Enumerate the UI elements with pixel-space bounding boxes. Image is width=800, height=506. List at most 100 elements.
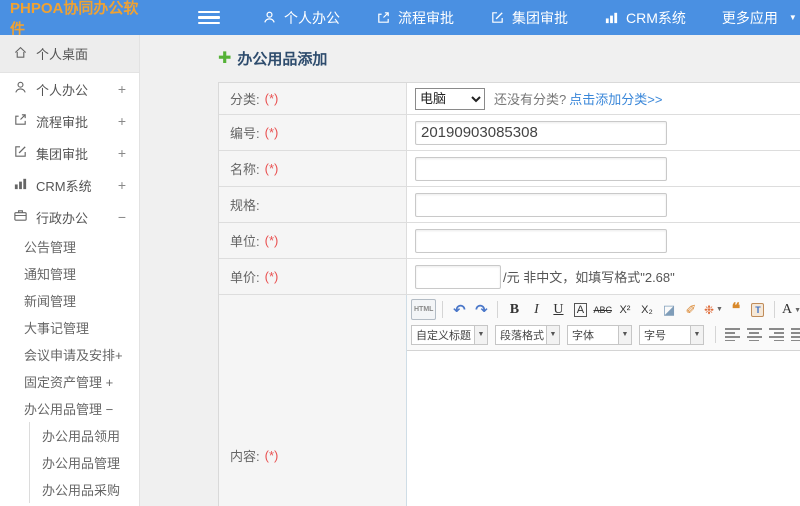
required-mark: (*) (264, 125, 279, 140)
collapse-minus-icon[interactable]: − (118, 209, 126, 225)
add-category-link[interactable]: 点击添加分类>> (569, 89, 662, 108)
redo-icon[interactable]: ↷ (471, 299, 491, 320)
paste-glyph: T (751, 302, 765, 317)
supplies-submenu: 办公用品领用 办公用品管理 办公用品采购 (29, 422, 139, 503)
auto-typeset-icon[interactable]: ❉ ▼ (703, 299, 724, 320)
home-icon (13, 45, 36, 63)
align-right-button[interactable] (766, 324, 786, 345)
sidebar-item-supplies-claim[interactable]: 办公用品领用 (30, 422, 139, 449)
expand-plus-icon[interactable]: + (118, 177, 126, 193)
page-title-text: 办公用品添加 (237, 51, 328, 68)
app-logo: PHPOA协同办公软件 (10, 0, 139, 38)
sidebar-item-news-mgmt[interactable]: 新闻管理 (0, 287, 139, 314)
paragraph-format-dropdown[interactable]: 段落格式 ▼ (495, 324, 560, 345)
topnav-process-approval[interactable]: 流程审批 (376, 8, 454, 28)
sub-item-label: 办公用品管理 (42, 456, 121, 471)
font-family-dropdown[interactable]: 字体 ▼ (567, 324, 632, 345)
expand-plus-icon[interactable]: + (118, 113, 126, 129)
custom-title-dropdown[interactable]: 自定义标题 ▼ (411, 324, 488, 345)
sidebar-item-desktop[interactable]: 个人桌面 (0, 35, 139, 73)
topnav-personal-office[interactable]: 个人办公 (262, 8, 340, 28)
strikethrough-button[interactable]: ABC (592, 299, 613, 320)
align-left-icon (724, 328, 740, 341)
sidebar-item-personal-office[interactable]: 个人办公 + (0, 73, 139, 105)
sub-item-label: 办公用品领用 (42, 429, 121, 444)
sidebar-item-group-approval[interactable]: 集团审批 + (0, 137, 139, 169)
eraser-icon[interactable]: ◪ (659, 299, 679, 320)
undo-icon[interactable]: ↶ (449, 299, 469, 320)
spec-input[interactable] (415, 192, 667, 217)
sidebar-item-supplies-mgmt[interactable]: 办公用品管理 − (0, 395, 139, 422)
price-format-hint: /元 非中文，如填写格式"2.68" (503, 270, 675, 285)
sidebar-item-label: CRM系统 (36, 178, 92, 194)
dropdown-label: 字体 (572, 329, 594, 342)
topnav-label: 流程审批 (398, 9, 454, 26)
label-text: 编号: (230, 126, 260, 141)
align-center-button[interactable] (744, 324, 764, 345)
price-value-cell: /元 非中文，如填写格式"2.68" (407, 259, 800, 294)
topnav-group-approval[interactable]: 集团审批 (490, 8, 568, 28)
editor-toolbar: HTML ↶ ↷ B I U A ABC X² X₂ ◪ ✐ ❉ ▼ ❝ T A… (407, 295, 800, 351)
magic-glyph: ❉ (703, 302, 715, 317)
sidebar-item-admin-office[interactable]: 行政办公 − (0, 201, 139, 233)
format-brush-icon[interactable]: ✐ (681, 299, 701, 320)
align-left-button[interactable] (722, 324, 742, 345)
subscript-button[interactable]: X₂ (637, 299, 657, 320)
font-size-dropdown[interactable]: 字号 ▼ (639, 324, 704, 345)
hamburger-menu-icon[interactable] (198, 10, 220, 25)
sub-item-label: 通知管理 (24, 267, 77, 282)
bold-button[interactable]: B (504, 299, 524, 320)
sidebar-item-crm[interactable]: CRM系统 + (0, 169, 139, 201)
html-source-button[interactable]: HTML (411, 299, 437, 320)
required-mark: (*) (264, 448, 279, 463)
dropdown-label: 自定义标题 (416, 329, 471, 342)
superscript-button[interactable]: X² (615, 299, 635, 320)
form-row-price: 单价: (*) /元 非中文，如填写格式"2.68" (219, 259, 800, 295)
form-row-unit: 单位: (*) (219, 223, 800, 259)
sidebar-item-assets-mgmt[interactable]: 固定资产管理 + (0, 368, 139, 395)
sidebar: 个人桌面 个人办公 + 流程审批 + 集团审批 + CRM系统 + 行政办公 −… (0, 35, 140, 506)
char-border-button[interactable]: A (573, 302, 588, 317)
price-label: 单价: (*) (219, 259, 407, 294)
sidebar-item-supplies-manage[interactable]: 办公用品管理 (30, 449, 139, 476)
form-row-spec: 规格: (219, 187, 800, 223)
sidebar-item-meeting-mgmt[interactable]: 会议申请及安排+ (0, 341, 139, 368)
form-row-category: 分类: (*) 电脑 还没有分类? 点击添加分类>> (219, 83, 800, 115)
chevron-down-icon: ▼ (788, 13, 797, 22)
required-mark: (*) (264, 91, 279, 106)
sidebar-item-announcement-mgmt[interactable]: 公告管理 (0, 233, 139, 260)
expand-plus-icon[interactable]: + (118, 145, 126, 161)
unit-label: 单位: (*) (219, 223, 407, 258)
topnav-more-apps[interactable]: 更多应用 ▼ (722, 8, 797, 28)
page-title: ✚ 办公用品添加 (218, 48, 800, 69)
form-row-content: 内容: (*) HTML ↶ ↷ B I U A ABC X² X₂ ◪ ✐ ❉… (219, 295, 800, 506)
person-icon (13, 80, 36, 98)
content-value-cell: HTML ↶ ↷ B I U A ABC X² X₂ ◪ ✐ ❉ ▼ ❝ T A… (407, 295, 800, 506)
form-row-name: 名称: (*) (219, 151, 800, 187)
topnav-crm[interactable]: CRM系统 (604, 8, 686, 28)
sidebar-item-notice-mgmt[interactable]: 通知管理 (0, 260, 139, 287)
align-justify-button[interactable] (788, 324, 800, 345)
font-color-button[interactable]: A ▼ (781, 299, 800, 320)
code-input[interactable] (415, 120, 667, 145)
editor-content-area[interactable] (407, 351, 800, 506)
spec-label: 规格: (219, 187, 407, 222)
edit-icon (490, 10, 505, 25)
align-justify-icon (790, 328, 800, 341)
name-input[interactable] (415, 156, 667, 181)
chevron-down-icon: ▼ (716, 306, 723, 313)
expand-plus-icon[interactable]: + (118, 81, 126, 97)
paste-plain-icon[interactable]: T (748, 299, 768, 320)
sidebar-item-supplies-purchase[interactable]: 办公用品采购 (30, 476, 139, 503)
unit-value-cell (407, 223, 800, 258)
blockquote-icon[interactable]: ❝ (726, 299, 746, 320)
unit-input[interactable] (415, 228, 667, 253)
italic-button[interactable]: I (526, 299, 546, 320)
sidebar-item-events-mgmt[interactable]: 大事记管理 (0, 314, 139, 341)
sidebar-item-process-approval[interactable]: 流程审批 + (0, 105, 139, 137)
sidebar-item-label: 个人办公 (36, 82, 89, 98)
price-input[interactable] (415, 264, 501, 289)
dropdown-label: 字号 (644, 329, 666, 342)
underline-button[interactable]: U (548, 299, 568, 320)
category-select[interactable]: 电脑 (415, 87, 485, 110)
